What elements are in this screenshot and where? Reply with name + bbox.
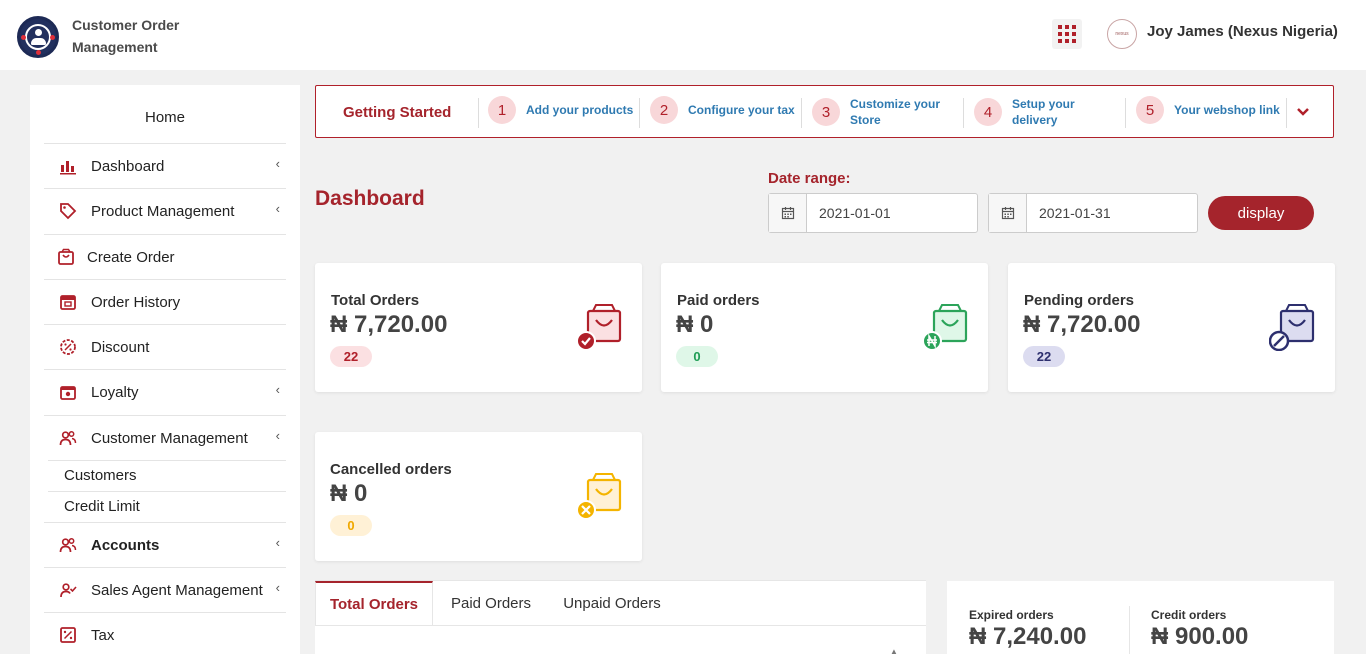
- step-number: 2: [650, 96, 678, 124]
- sidebar-item-customer-management[interactable]: Customer Management ‹: [44, 415, 286, 460]
- card-title: Pending orders: [1024, 292, 1135, 309]
- chevron-left-icon: ‹: [275, 382, 280, 397]
- step-number: 3: [812, 98, 840, 126]
- sidebar-item-label: Accounts: [91, 536, 160, 554]
- bag-icon: [57, 248, 75, 266]
- users-icon: [59, 536, 77, 554]
- date-from-input[interactable]: [807, 194, 977, 232]
- sidebar-item-label: Sales Agent Management: [91, 581, 263, 599]
- tab-unpaid-orders[interactable]: Unpaid Orders: [555, 581, 669, 625]
- order-stats-panel: Expired orders ₦ 7,240.00 Credit orders …: [947, 581, 1334, 654]
- getting-started-title: Getting Started: [343, 104, 452, 121]
- step-setup-delivery-link[interactable]: Setup your delivery: [1012, 96, 1092, 128]
- orders-tabs-panel: Total Orders Paid Orders Unpaid Orders ▲: [315, 580, 926, 654]
- chevron-left-icon: ‹: [275, 428, 280, 443]
- gift-icon: [59, 383, 77, 401]
- bar-chart-icon: [59, 157, 77, 175]
- sidebar-item-label: Dashboard: [91, 157, 165, 175]
- sidebar: Home Dashboard ‹ Product Management ‹ Cr…: [30, 85, 300, 654]
- step-number: 5: [1136, 96, 1164, 124]
- date-to-field[interactable]: [988, 193, 1198, 233]
- sidebar-item-label: Customer Management: [91, 429, 248, 447]
- card-value: ₦ 7,720.00: [330, 311, 448, 338]
- app-logo[interactable]: [17, 16, 59, 58]
- step-customize-store-link[interactable]: Customize your Store: [850, 96, 950, 128]
- card-value: ₦ 0: [330, 480, 368, 507]
- step-number: 4: [974, 98, 1002, 126]
- bag-blocked-icon: [1268, 303, 1317, 352]
- app-title: Customer Order Management: [72, 17, 180, 55]
- users-icon: [59, 429, 77, 447]
- discount-icon: [59, 338, 77, 356]
- card-value: ₦ 7,720.00: [1023, 311, 1141, 338]
- avatar[interactable]: nexus: [1107, 19, 1137, 49]
- user-check-icon: [59, 581, 77, 599]
- sidebar-item-label: Product Management: [91, 202, 235, 220]
- expired-orders-value: ₦ 7,240.00: [969, 623, 1087, 650]
- apps-grid-icon[interactable]: [1052, 19, 1082, 49]
- bag-check-icon: [576, 303, 624, 351]
- display-button[interactable]: display: [1208, 196, 1314, 230]
- chevron-left-icon: ‹: [275, 535, 280, 550]
- card-title: Cancelled orders: [330, 461, 452, 478]
- sidebar-item-label: Loyalty: [91, 383, 139, 401]
- sidebar-subitem-credit-limit[interactable]: Credit Limit: [48, 491, 286, 522]
- cancelled-orders-card[interactable]: Cancelled orders ₦ 0 0: [315, 432, 642, 561]
- sidebar-item-tax[interactable]: Tax: [44, 612, 286, 654]
- step-configure-tax-link[interactable]: Configure your tax: [688, 102, 798, 118]
- calendar-icon[interactable]: [989, 194, 1027, 232]
- expired-orders-label: Expired orders: [969, 608, 1054, 622]
- bag-naira-icon: [922, 303, 970, 351]
- date-to-input[interactable]: [1027, 194, 1197, 232]
- sidebar-item-label: Order History: [91, 293, 181, 311]
- sidebar-home[interactable]: Home: [30, 109, 300, 126]
- chevron-left-icon: ‹: [275, 201, 280, 216]
- sidebar-item-accounts[interactable]: Accounts ‹: [44, 522, 286, 567]
- total-orders-card[interactable]: Total Orders ₦ 7,720.00 22: [315, 263, 642, 392]
- user-name[interactable]: Joy James (Nexus Nigeria): [1147, 23, 1338, 40]
- count-badge: 0: [330, 515, 372, 536]
- credit-orders-value: ₦ 900.00: [1151, 623, 1249, 650]
- sidebar-item-order-history[interactable]: Order History: [44, 279, 286, 324]
- sidebar-item-product-management[interactable]: Product Management ‹: [44, 188, 286, 233]
- top-header: Customer Order Management nexus Joy Jame…: [0, 0, 1366, 70]
- count-badge: 0: [676, 346, 718, 367]
- sidebar-item-create-order[interactable]: Create Order: [44, 234, 286, 279]
- tab-total-orders[interactable]: Total Orders: [315, 581, 433, 625]
- sidebar-item-dashboard[interactable]: Dashboard ‹: [44, 143, 286, 188]
- sidebar-item-label: Create Order: [87, 248, 175, 266]
- sidebar-item-discount[interactable]: Discount: [44, 324, 286, 369]
- paid-orders-card[interactable]: Paid orders ₦ 0 0: [661, 263, 988, 392]
- sidebar-item-loyalty[interactable]: Loyalty ‹: [44, 369, 286, 414]
- chevron-left-icon: ‹: [275, 156, 280, 171]
- date-range-label: Date range:: [768, 170, 851, 187]
- sidebar-item-label: Discount: [91, 338, 150, 356]
- count-badge: 22: [1023, 346, 1065, 367]
- step-add-products-link[interactable]: Add your products: [526, 102, 636, 118]
- bag-cancel-icon: [576, 472, 624, 520]
- page-scrollbar[interactable]: [1349, 70, 1366, 654]
- history-icon: [59, 293, 77, 311]
- scroll-up-icon[interactable]: ▲: [890, 647, 898, 654]
- tag-icon: [59, 202, 77, 220]
- card-title: Total Orders: [331, 292, 420, 309]
- page-title: Dashboard: [315, 187, 425, 210]
- pending-orders-card[interactable]: Pending orders ₦ 7,720.00 22: [1008, 263, 1335, 392]
- percent-icon: [59, 626, 77, 644]
- step-webshop-link[interactable]: Your webshop link: [1174, 102, 1289, 118]
- sidebar-subitem-customers[interactable]: Customers: [48, 460, 286, 491]
- getting-started-bar: Getting Started 1 Add your products 2 Co…: [315, 85, 1334, 138]
- credit-orders-label: Credit orders: [1151, 608, 1227, 622]
- chevron-down-icon[interactable]: [1296, 104, 1310, 121]
- calendar-icon[interactable]: [769, 194, 807, 232]
- chevron-left-icon: ‹: [275, 580, 280, 595]
- sidebar-item-label: Tax: [91, 626, 115, 644]
- card-title: Paid orders: [677, 292, 760, 309]
- tab-paid-orders[interactable]: Paid Orders: [443, 581, 539, 625]
- card-value: ₦ 0: [676, 311, 714, 338]
- sidebar-item-sales-agent-management[interactable]: Sales Agent Management ‹: [44, 567, 286, 612]
- step-number: 1: [488, 96, 516, 124]
- date-from-field[interactable]: [768, 193, 978, 233]
- count-badge: 22: [330, 346, 372, 367]
